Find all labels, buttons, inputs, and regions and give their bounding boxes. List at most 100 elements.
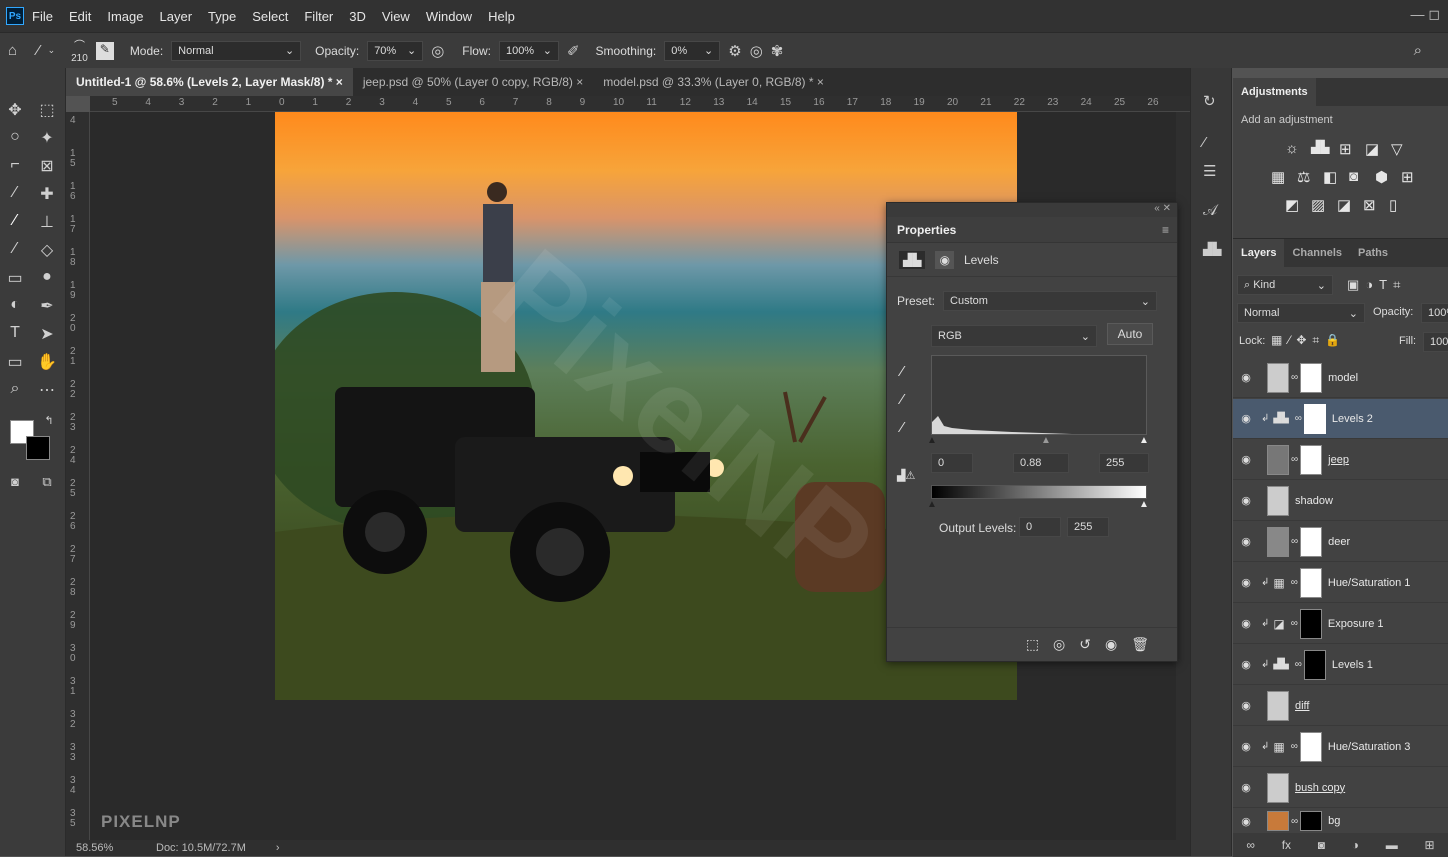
tab-layers[interactable]: Layers [1233, 239, 1285, 267]
white-point-eyedropper-icon[interactable]: ⁄ [901, 419, 904, 436]
posterize-icon[interactable]: ▨ [1311, 196, 1325, 214]
flow-field[interactable]: 100% ⌄ [498, 40, 559, 61]
output-black-slider[interactable]: ▲ [927, 499, 937, 510]
black-white-icon[interactable]: ◧ [1323, 168, 1337, 186]
black-point-eyedropper-icon[interactable]: ⁄ [901, 363, 904, 380]
menu-3d[interactable]: 3D [341, 9, 374, 24]
gray-point-eyedropper-icon[interactable]: ⁄ [901, 391, 904, 408]
levels-panel-icon[interactable]: ▟▙ [1203, 242, 1221, 256]
menu-view[interactable]: View [374, 9, 418, 24]
hand-tool-icon[interactable]: ✋ [34, 352, 60, 372]
mask-icon[interactable]: ◉ [935, 250, 954, 269]
layer-row[interactable]: ◉ ↲ ▟▙ ∞ Levels 1 [1233, 645, 1448, 685]
background-color-swatch[interactable] [26, 436, 50, 460]
visibility-eye-icon[interactable]: ◉ [1233, 658, 1259, 671]
eyedropper-tool-icon[interactable]: ⁄ [2, 184, 28, 202]
output-black-field[interactable]: 0 [1019, 517, 1061, 537]
brush-settings-icon[interactable]: ✎ [95, 41, 114, 60]
hue-saturation-icon[interactable]: ▦ [1271, 168, 1285, 186]
group-folder-icon[interactable]: ▬ [1386, 838, 1398, 852]
layer-row[interactable]: ◉ ↲ ◪ ∞ Exposure 1 [1233, 604, 1448, 644]
stamp-tool-icon[interactable]: ⊥ [34, 212, 60, 232]
layer-fill-field[interactable]: 100% [1423, 332, 1448, 352]
menu-select[interactable]: Select [244, 9, 296, 24]
curves-icon[interactable]: ⊞ [1339, 140, 1352, 158]
gradient-map-icon[interactable]: ▯ [1389, 196, 1397, 214]
screen-mode-icon[interactable]: ⧉ [34, 474, 60, 490]
visibility-eye-icon[interactable]: ◉ [1233, 453, 1259, 466]
auto-button[interactable]: Auto [1107, 323, 1153, 345]
glyphs-icon[interactable]: 𝒜 [1203, 202, 1217, 219]
type-tool-icon[interactable]: T [2, 324, 28, 342]
link-icon[interactable]: ∞ [1246, 838, 1255, 852]
trash-icon[interactable]: 🗑 [1131, 636, 1149, 653]
visibility-eye-icon[interactable]: ◉ [1233, 412, 1259, 425]
view-previous-icon[interactable]: ◎ [1053, 636, 1065, 653]
visibility-eye-icon[interactable]: ◉ [1233, 535, 1259, 548]
vibrance-icon[interactable]: ▽ [1391, 140, 1403, 158]
calculate-histogram-icon[interactable]: ▟⚠ [897, 469, 915, 482]
lasso-tool-icon[interactable]: ○ [2, 128, 28, 146]
input-black-slider[interactable]: ▲ [927, 435, 937, 446]
tab-paths[interactable]: Paths [1350, 239, 1396, 267]
menu-layer[interactable]: Layer [152, 9, 201, 24]
filter-icons[interactable]: ▣◑T⌗ [1347, 277, 1406, 293]
panel-collapse-icon[interactable]: « ✕ [887, 203, 1177, 217]
menu-window[interactable]: Window [418, 9, 480, 24]
clip-to-layer-icon[interactable]: ⬚ [1026, 636, 1039, 653]
layer-row[interactable]: ◉ bush copy [1233, 768, 1448, 808]
layer-row[interactable]: ◉ ↲ ▦ ∞ Hue/Saturation 1 [1233, 563, 1448, 603]
history-icon[interactable]: ↻ [1203, 92, 1216, 110]
visibility-eye-icon[interactable]: ◉ [1233, 815, 1259, 828]
input-gamma-slider[interactable]: ▲ [1041, 435, 1051, 446]
visibility-eye-icon[interactable]: ◉ [1233, 371, 1259, 384]
layer-filter-kind[interactable]: ⌕ Kind ⌄ [1237, 275, 1333, 295]
output-white-field[interactable]: 255 [1067, 517, 1109, 537]
menu-type[interactable]: Type [200, 9, 244, 24]
crop-tool-icon[interactable]: ⌐ [2, 156, 28, 174]
gear-icon[interactable]: ⚙ [728, 42, 741, 60]
new-layer-icon[interactable]: ⊞ [1425, 838, 1435, 852]
input-white-slider[interactable]: ▲ [1139, 435, 1149, 446]
add-mask-icon[interactable]: ◙ [1318, 838, 1325, 852]
quick-mask-icon[interactable]: ◙ [2, 474, 28, 489]
layer-row[interactable]: ◉ ↲ ▟▙ ∞ Levels 2 [1233, 399, 1448, 439]
properties-icon[interactable]: ☰ [1203, 162, 1216, 180]
layer-row[interactable]: ◉ ∞ jeep [1233, 440, 1448, 480]
preset-dropdown[interactable]: Custom ⌄ [943, 291, 1158, 311]
panel-menu-icon[interactable]: ≡ [1162, 223, 1169, 237]
chevron-down-icon[interactable]: ⌄ [48, 45, 56, 56]
healing-tool-icon[interactable]: ✚ [34, 184, 60, 204]
color-lookup-icon[interactable]: ⊞ [1401, 168, 1414, 186]
input-gamma-field[interactable]: 0.88 [1013, 453, 1069, 473]
visibility-eye-icon[interactable]: ◉ [1233, 617, 1259, 630]
channel-dropdown[interactable]: RGB ⌄ [931, 325, 1097, 347]
layer-row[interactable]: ◉ ↲ ▦ ∞ Hue/Saturation 3 [1233, 727, 1448, 767]
tab-untitled-1[interactable]: Untitled-1 @ 58.6% (Levels 2, Layer Mask… [66, 68, 353, 96]
search-icon[interactable]: ⌕ [1414, 42, 1422, 59]
pressure-opacity-icon[interactable]: ◎ [431, 42, 444, 60]
visibility-icon[interactable]: ◉ [1105, 636, 1117, 653]
adjustments-tab[interactable]: Adjustments [1233, 78, 1316, 106]
status-menu-chevron-icon[interactable]: › [276, 842, 280, 854]
layer-row[interactable]: ◉ shadow [1233, 481, 1448, 521]
symmetry-icon[interactable]: ✾ [771, 42, 784, 60]
color-balance-icon[interactable]: ⚖ [1297, 168, 1310, 186]
more-tools-icon[interactable]: ⋯ [34, 380, 60, 400]
zoom-tool-icon[interactable]: ⌕ [2, 380, 28, 398]
input-black-field[interactable]: 0 [931, 453, 973, 473]
vertical-scrollbar[interactable] [1176, 112, 1190, 840]
pressure-size-icon[interactable]: ◎ [750, 42, 763, 60]
lock-icons[interactable]: ▦⁄✥⌗🔒 [1271, 333, 1346, 348]
adjustment-layer-icon[interactable]: ◑ [1352, 838, 1359, 852]
reset-icon[interactable]: ↺ [1079, 636, 1091, 653]
gradient-tool-icon[interactable]: ▭ [2, 268, 28, 288]
visibility-eye-icon[interactable]: ◉ [1233, 576, 1259, 589]
layer-row[interactable]: ◉ diff [1233, 686, 1448, 726]
zoom-level[interactable]: 58.56% [76, 842, 156, 854]
photo-filter-icon[interactable]: ◙ [1349, 168, 1358, 185]
tab-model[interactable]: model.psd @ 33.3% (Layer 0, RGB/8) * × [593, 68, 834, 96]
menu-image[interactable]: Image [99, 9, 151, 24]
invert-icon[interactable]: ◩ [1285, 196, 1299, 214]
mode-dropdown[interactable]: Normal ⌄ [171, 40, 302, 61]
